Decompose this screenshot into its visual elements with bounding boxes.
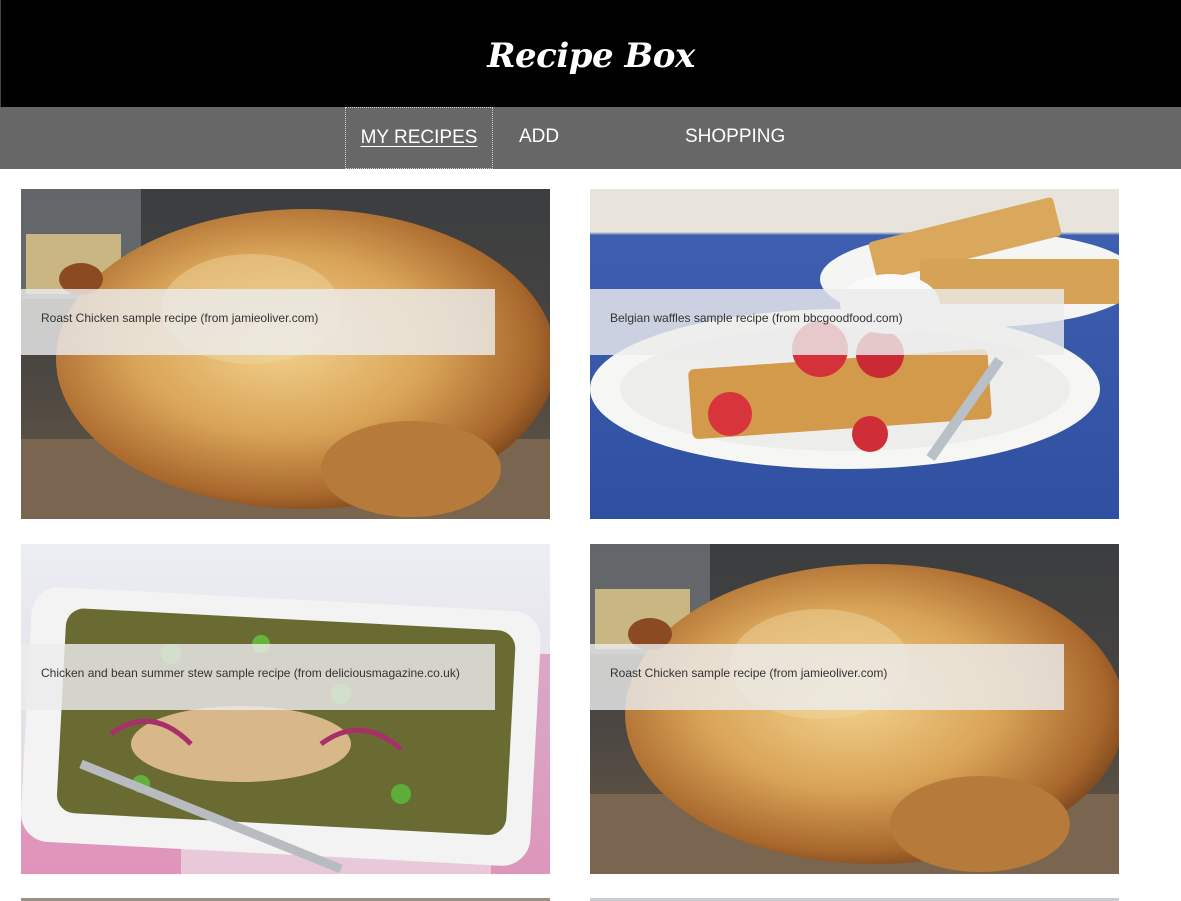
recipe-caption: Roast Chicken sample recipe (from jamieo… — [590, 644, 1064, 710]
nav-shopping-list[interactable]: SHOPPING LIST — [685, 107, 825, 207]
recipe-box-page: Recipe Box MY RECIPES ADD RECIPES SHOPPI… — [0, 0, 1181, 901]
recipe-caption: Belgian waffles sample recipe (from bbcg… — [590, 289, 1064, 355]
recipe-card[interactable]: Chicken and bean summer stew sample reci… — [21, 544, 550, 874]
site-title: Recipe Box — [487, 36, 695, 76]
recipe-card[interactable]: Roast Chicken sample recipe (from jamieo… — [590, 544, 1119, 874]
recipe-caption: Roast Chicken sample recipe (from jamieo… — [21, 289, 495, 355]
main-nav: MY RECIPES ADD RECIPES SHOPPING LIST — [0, 107, 1181, 207]
nav-add-recipes[interactable]: ADD RECIPES — [519, 107, 643, 207]
recipe-card[interactable]: Roast Chicken sample recipe (from jamieo… — [21, 189, 550, 519]
site-header: Recipe Box — [0, 0, 1181, 107]
recipe-card[interactable]: Belgian waffles sample recipe (from bbcg… — [590, 189, 1119, 519]
nav-my-recipes[interactable]: MY RECIPES — [345, 107, 493, 169]
recipe-caption: Chicken and bean summer stew sample reci… — [21, 644, 495, 710]
